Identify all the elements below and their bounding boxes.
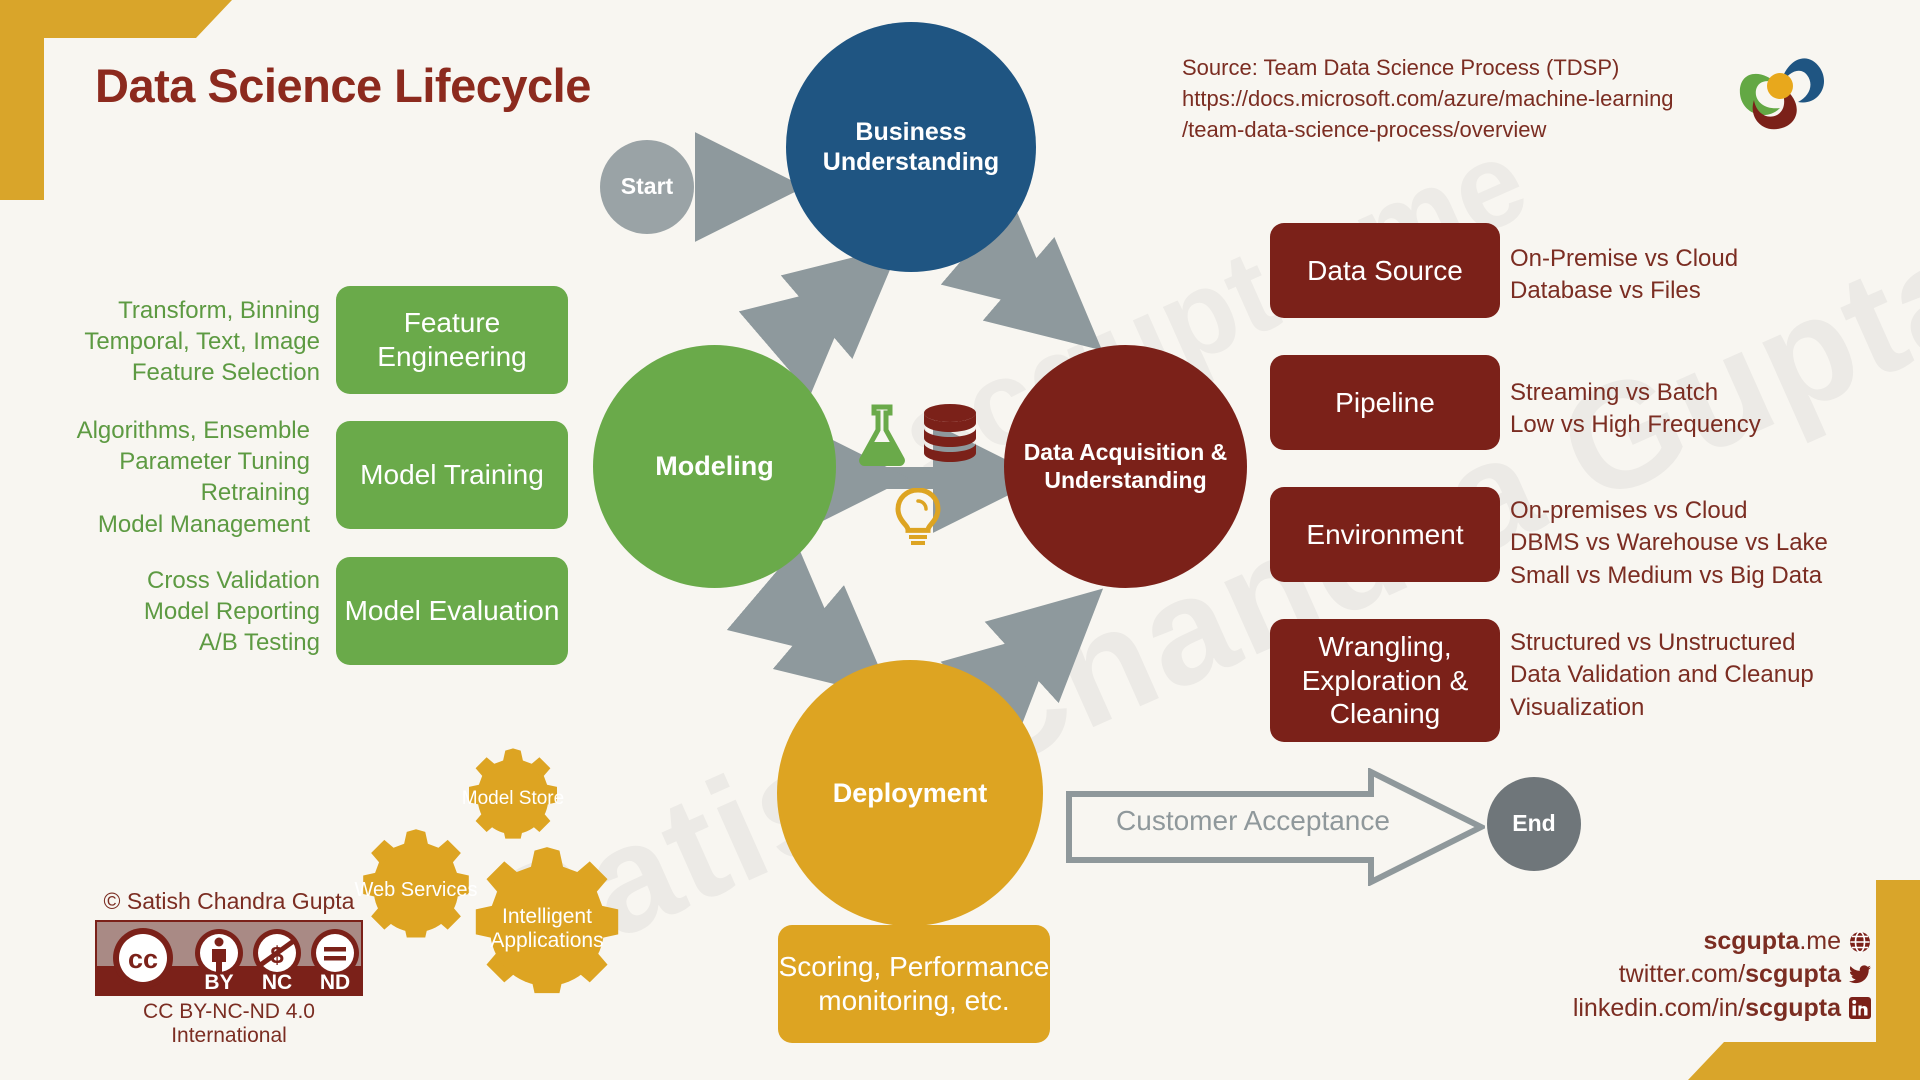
end-node: End (1487, 777, 1581, 871)
stage-box-pipeline: Pipeline (1270, 355, 1500, 450)
website-bold: scgupta (1703, 927, 1800, 955)
stage-box-data-source: Data Source (1270, 223, 1500, 318)
linkedin-bold: scgupta (1745, 993, 1841, 1022)
stage-data-acquisition: Data Acquisition & Understanding (1004, 345, 1247, 588)
source-line-1: Source: Team Data Science Process (TDSP) (1182, 55, 1620, 80)
arrow-business-dataacq (940, 201, 1103, 351)
twitter-icon (1848, 963, 1872, 987)
business-understanding-label: Business Understanding (822, 118, 1000, 176)
model-evaluation-label: Model Evaluation (344, 595, 560, 627)
pipeline-label: Pipeline (1335, 386, 1435, 418)
social-links: scgupta.me twitter.com/scgupta linkedin.… (1573, 925, 1872, 1025)
page-title: Data Science Lifecycle (95, 59, 591, 112)
stage-deployment: Deployment (777, 660, 1043, 926)
stage-box-wrangling: Wrangling, Exploration & Cleaning (1270, 619, 1500, 742)
database-icon (918, 402, 982, 466)
svg-text:cc: cc (128, 944, 158, 974)
stage-box-feature-engineering: Feature Engineering (336, 286, 568, 394)
arrow-deployment-dataacq (940, 588, 1104, 744)
environment-details: On-premises vs Cloud DBMS vs Warehouse v… (1510, 497, 1828, 589)
svg-text:NC: NC (262, 971, 292, 994)
stage-box-model-evaluation: Model Evaluation (336, 557, 568, 665)
end-label: End (1512, 810, 1556, 837)
stage-box-environment: Environment (1270, 487, 1500, 582)
wrangling-label: Wrangling, Exploration & Cleaning (1301, 631, 1469, 730)
globe-icon (1848, 930, 1872, 954)
environment-label: Environment (1306, 518, 1464, 550)
data-source-label: Data Source (1307, 254, 1463, 286)
brand-logo-icon (1730, 36, 1830, 136)
social-link-linkedin[interactable]: linkedin.com/in/scgupta (1573, 992, 1872, 1025)
website-suffix: .me (1799, 927, 1841, 955)
social-link-website[interactable]: scgupta.me (1573, 925, 1872, 958)
stage-box-model-training: Model Training (336, 421, 568, 529)
linkedin-icon (1848, 996, 1872, 1020)
copyright-text: © Satish Chandra Gupta (103, 888, 355, 914)
arrow-modeling-business (738, 245, 901, 395)
start-label: Start (620, 173, 674, 200)
model-training-label: Model Training (360, 459, 544, 491)
svg-text:BY: BY (204, 971, 233, 994)
source-line-2: https://docs.microsoft.com/azure/machine… (1182, 86, 1674, 112)
feature-engineering-label: Feature Engineering (377, 307, 527, 372)
flask-icon (855, 404, 909, 466)
stage-business-understanding: Business Understanding (786, 22, 1036, 272)
model-evaluation-details: Cross Validation Model Reporting A/B Tes… (143, 567, 320, 657)
license-footer: CC BY-NC-ND 4.0 International (143, 1000, 315, 1047)
svg-text:ND: ND (320, 971, 350, 994)
stage-modeling: Modeling (593, 345, 836, 588)
linkedin-prefix: linkedin.com/in/ (1572, 993, 1746, 1022)
source-line-3: /team-data-science-process/overview (1182, 117, 1547, 143)
model-training-details: Algorithms, Ensemble Parameter Tuning Re… (76, 417, 310, 538)
twitter-bold: scgupta (1745, 960, 1841, 989)
lightbulb-icon (895, 487, 941, 546)
scoring-box: Scoring, Performance monitoring, etc. (778, 925, 1050, 1043)
license-block: © Satish Chandra Gupta cc $ BY NC ND (93, 888, 365, 1048)
scoring-label: Scoring, Performance monitoring, etc. (778, 951, 1050, 1016)
feature-engineering-details: Transform, Binning Temporal, Text, Image… (84, 297, 320, 387)
deployment-label: Deployment (832, 777, 988, 808)
start-node: Start (600, 140, 694, 234)
wrangling-details: Structured vs Unstructured Data Validati… (1510, 629, 1814, 721)
customer-acceptance-label: Customer Acceptance (1116, 805, 1390, 836)
slide-canvas: Satish Chandra Gupta scgupta.me Data Sci… (0, 0, 1920, 1080)
data-source-details: On-Premise vs Cloud Database vs Files (1510, 245, 1739, 305)
source-attribution: Source: Team Data Science Process (TDSP)… (1182, 52, 1722, 146)
arrow-modeling-deployment (726, 546, 893, 699)
cc-badge-icon: cc $ BY NC ND (93, 918, 365, 998)
data-acquisition-label: Data Acquisition & Understanding (1023, 438, 1228, 493)
social-link-twitter[interactable]: twitter.com/scgupta (1573, 958, 1872, 991)
gear-intelligent-applications: Intelligent Applications (458, 840, 636, 1018)
pipeline-details: Streaming vs Batch Low vs High Frequency (1510, 379, 1761, 439)
modeling-label: Modeling (655, 451, 774, 482)
gear-intelligent-applications-label: Intelligent Applications (490, 904, 604, 952)
twitter-prefix: twitter.com/ (1618, 960, 1746, 989)
